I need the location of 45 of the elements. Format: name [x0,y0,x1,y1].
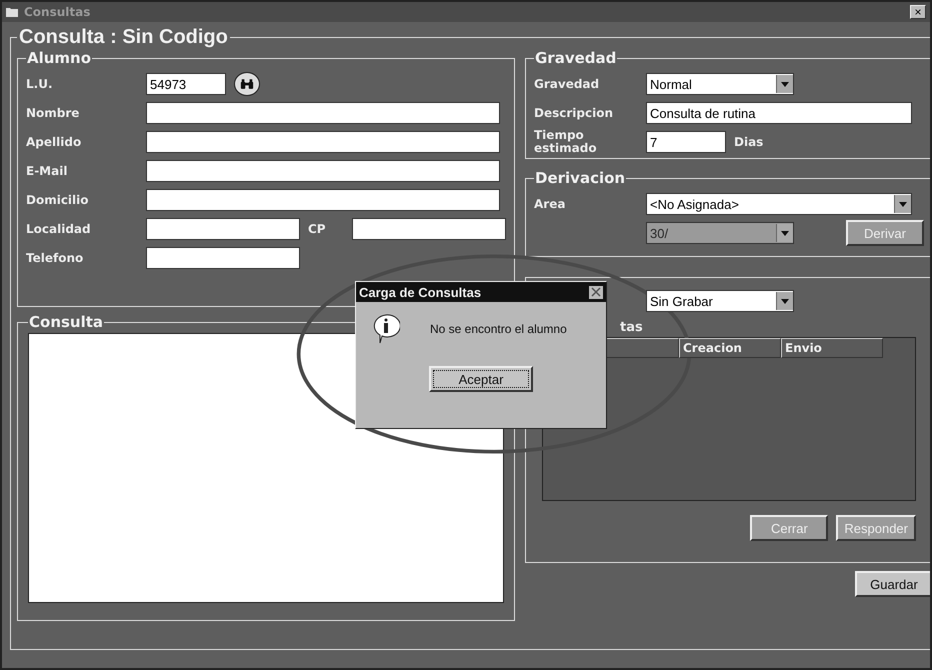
dropdown[interactable]: Normal [646,73,794,95]
input-field[interactable]: Consulta de rutina [646,102,912,124]
column-header: Envio [781,338,883,358]
find-button[interactable] [234,72,260,96]
input-field[interactable]: 7 [646,131,726,153]
folder-icon [6,7,18,17]
input-field[interactable] [146,160,500,182]
field-label: Apellido [26,135,82,149]
group-title: Alumno [26,49,92,67]
info-icon [372,314,400,344]
dropdown[interactable]: Sin Grabar [646,290,794,312]
close-button[interactable]: × [910,5,926,19]
input-field[interactable]: 54973 [146,73,226,95]
input-field[interactable] [146,102,500,124]
accept-button[interactable]: Aceptar [429,366,533,392]
window-title: Consultas [24,5,92,19]
binoculars-icon [240,78,254,90]
save-button[interactable]: Guardar [855,571,930,597]
field-label: CP [308,222,327,236]
unit-label: Dias [734,135,764,149]
column-header: Creacion [679,338,781,358]
field-label: Area [534,197,566,211]
group-title: Consulta [28,313,104,331]
group-title: Gravedad [534,49,618,67]
input-field[interactable] [146,189,500,211]
dialog-title: Carga de Consultas [359,284,482,300]
form-title: Consulta : Sin Codigo [18,26,229,49]
input-field[interactable] [146,247,300,269]
field-label: Nombre [26,106,80,120]
dropdown[interactable]: <No Asignada> [646,193,912,215]
group-title: Derivacion [534,169,626,187]
input-field[interactable] [146,218,300,240]
field-label: Localidad [26,222,92,236]
field-label: Descripcion [534,106,614,120]
dialog-message: No se encontro el alumno [430,322,567,336]
section-label: tas [620,320,643,334]
input-field[interactable] [352,218,506,240]
field-label: L.U. [26,77,54,91]
field-label: Domicilio [26,193,90,207]
field-label: Tiempo estimado [534,129,598,155]
field-label: E-Mail [26,164,68,178]
close-icon [589,286,603,298]
input-field[interactable] [146,131,500,153]
field-label: Gravedad [534,77,600,91]
field-label: Telefono [26,251,84,265]
